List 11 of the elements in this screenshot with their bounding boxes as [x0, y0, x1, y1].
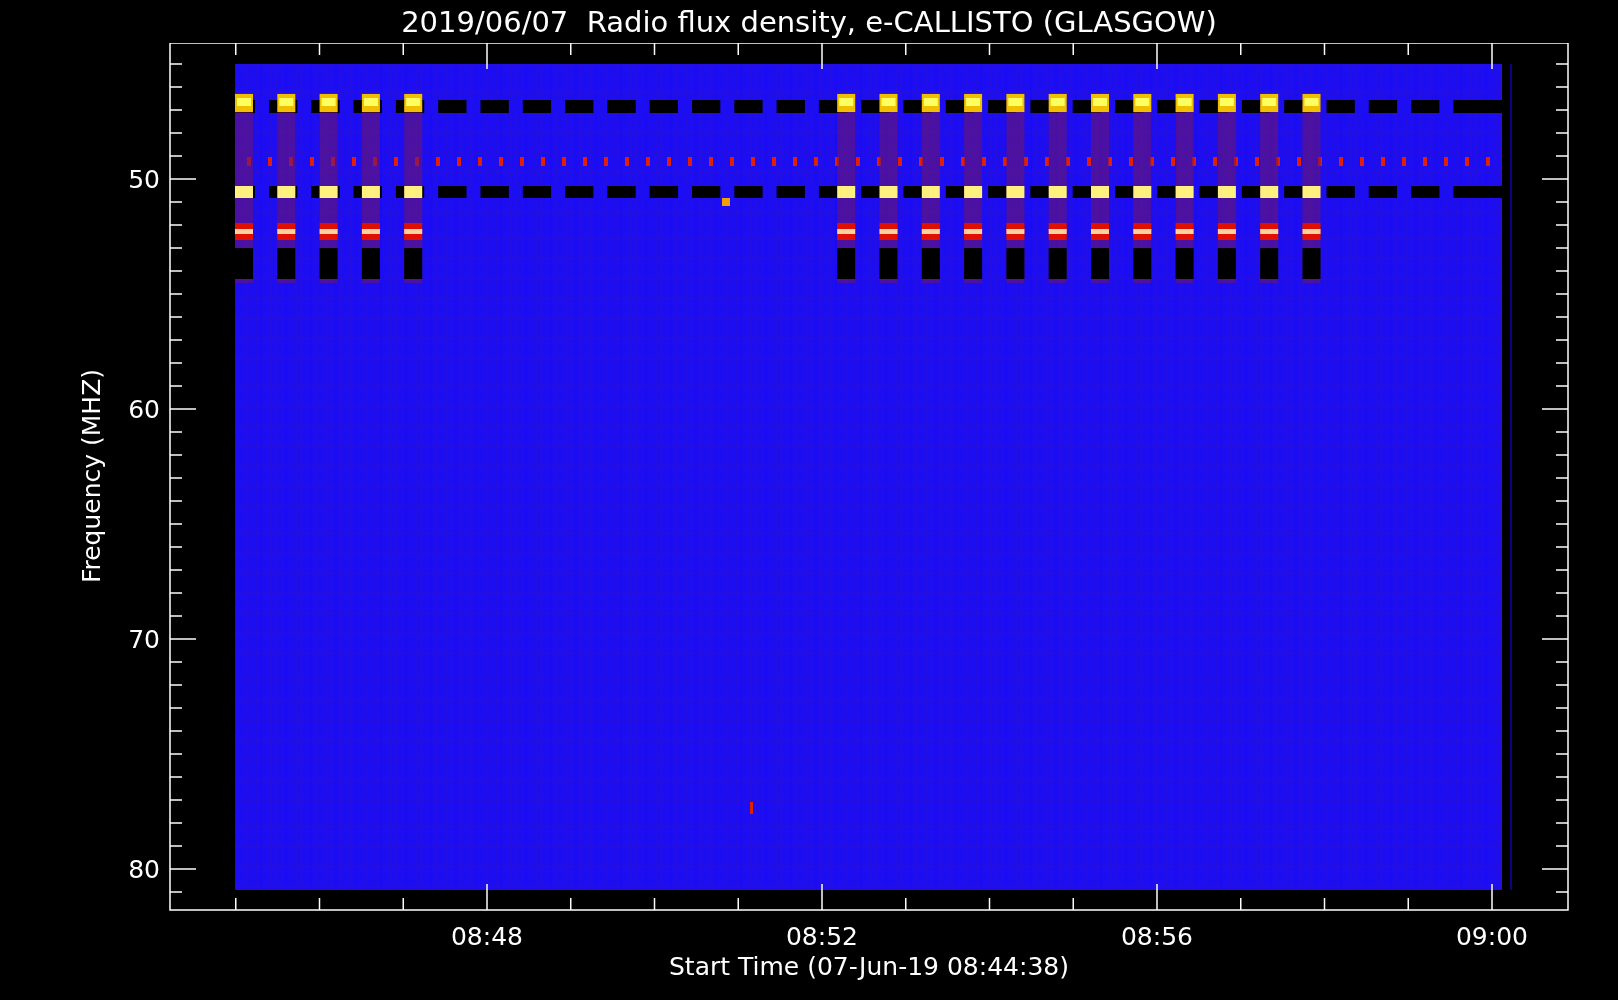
x-tick-label: 08:52 — [786, 922, 858, 951]
chart-title: 2019/06/07 Radio flux density, e-CALLISTO (GLASGOW) — [401, 4, 1217, 39]
y-tick-label: 80 — [128, 855, 160, 884]
x-axis-label: Start Time (07-Jun-19 08:44:38) — [669, 952, 1069, 981]
x-tick-label: 09:00 — [1456, 922, 1528, 951]
x-tick-label: 08:56 — [1121, 922, 1193, 951]
x-tick-label: 08:48 — [451, 922, 523, 951]
y-tick-label: 70 — [128, 625, 160, 654]
y-tick-label: 60 — [128, 395, 160, 424]
y-axis-label: Frequency (MHZ) — [77, 368, 106, 584]
y-tick-label: 50 — [128, 165, 160, 194]
